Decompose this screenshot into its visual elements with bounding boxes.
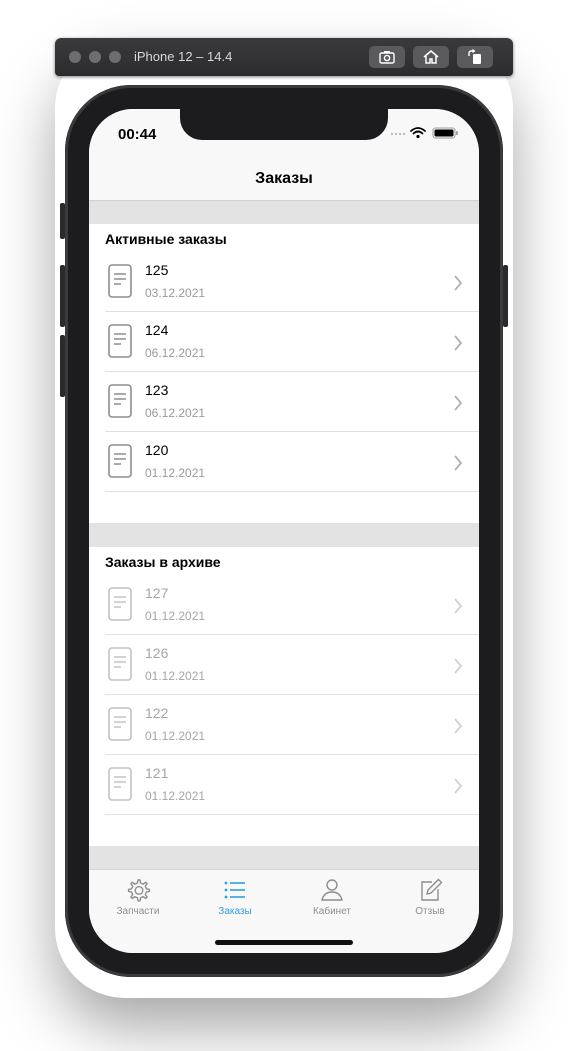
order-number: 120 (145, 442, 169, 458)
page-title: Заказы (255, 170, 313, 187)
order-date: 01.12.2021 (145, 729, 206, 743)
order-date: 06.12.2021 (145, 406, 206, 420)
order-number: 121 (145, 765, 169, 781)
order-row[interactable]: 121 01.12.2021 (105, 755, 479, 815)
list-icon (224, 881, 245, 899)
tab-parts[interactable]: Запчасти (98, 878, 178, 922)
phone-screen: 00:44 Заказы Активные заказы 125 03.12.2… (89, 109, 479, 953)
order-row[interactable]: 123 06.12.2021 (105, 372, 479, 432)
chevron-right-icon (454, 395, 463, 411)
order-date: 01.12.2021 (145, 609, 206, 623)
person-icon (321, 879, 343, 901)
document-icon (108, 444, 132, 478)
chevron-right-icon (454, 335, 463, 351)
rotate-icon (468, 49, 481, 64)
order-date: 06.12.2021 (145, 346, 206, 360)
order-number: 126 (145, 645, 169, 661)
gear-icon (127, 879, 151, 902)
power-button (503, 265, 508, 327)
document-icon (108, 647, 132, 681)
document-icon (108, 767, 132, 801)
order-number: 127 (145, 585, 169, 601)
minimize-window-button[interactable] (89, 51, 101, 63)
chevron-right-icon (454, 718, 463, 734)
order-number: 123 (145, 382, 169, 398)
document-icon (108, 324, 132, 358)
active-orders-section: Активные заказы 125 03.12.2021 124 06.12… (89, 224, 479, 523)
home-icon (423, 49, 439, 64)
status-time: 00:44 (118, 126, 157, 143)
signal-icon (390, 132, 406, 136)
section-title-active: Активные заказы (105, 231, 227, 247)
notch (180, 109, 388, 140)
volume-up-button (60, 265, 65, 327)
order-row[interactable]: 122 01.12.2021 (105, 695, 479, 755)
status-icons (390, 127, 458, 139)
order-row[interactable]: 124 06.12.2021 (105, 312, 479, 372)
close-window-button[interactable] (69, 51, 81, 63)
zoom-window-button[interactable] (109, 51, 121, 63)
compose-icon (421, 878, 443, 901)
tab-feedback[interactable]: Отзыв (390, 878, 470, 922)
chevron-right-icon (454, 598, 463, 614)
screenshot-button[interactable] (369, 46, 405, 68)
order-number: 122 (145, 705, 169, 721)
rotate-button[interactable] (457, 46, 493, 68)
archived-orders-section: Заказы в архиве 127 01.12.2021 126 01.12… (89, 547, 479, 846)
chevron-right-icon (454, 455, 463, 471)
simulator-title: iPhone 12 – 14.4 (134, 49, 233, 64)
chevron-right-icon (454, 275, 463, 291)
silent-switch (60, 203, 65, 239)
tab-label: Отзыв (415, 906, 445, 917)
tab-orders[interactable]: Заказы (195, 878, 275, 922)
home-indicator (215, 940, 353, 945)
tab-label: Кабинет (312, 906, 352, 917)
wifi-icon (410, 127, 426, 135)
section-title-archive: Заказы в архиве (105, 554, 221, 570)
order-date: 01.12.2021 (145, 789, 206, 803)
tab-label: Заказы (218, 906, 252, 917)
order-date: 01.12.2021 (145, 669, 206, 683)
document-icon (108, 707, 132, 741)
order-row[interactable]: 126 01.12.2021 (105, 635, 479, 695)
chevron-right-icon (454, 658, 463, 674)
battery-icon (432, 127, 458, 139)
order-number: 125 (145, 262, 169, 278)
tab-cabinet[interactable]: Кабинет (292, 878, 372, 922)
document-icon (108, 264, 132, 298)
chevron-right-icon (454, 778, 463, 794)
order-row[interactable]: 127 01.12.2021 (105, 575, 479, 635)
order-date: 03.12.2021 (145, 286, 206, 300)
order-number: 124 (145, 322, 169, 338)
order-date: 01.12.2021 (145, 466, 206, 480)
order-row[interactable]: 120 01.12.2021 (105, 432, 479, 492)
row-divider (105, 814, 479, 815)
document-icon (108, 587, 132, 621)
simulator-toolbar: iPhone 12 – 14.4 (55, 38, 513, 76)
home-button[interactable] (413, 46, 449, 68)
tab-label: Запчасти (116, 906, 160, 917)
order-row[interactable]: 125 03.12.2021 (105, 252, 479, 312)
volume-down-button (60, 335, 65, 397)
document-icon (108, 384, 132, 418)
camera-icon (379, 51, 395, 64)
row-divider (105, 491, 479, 492)
